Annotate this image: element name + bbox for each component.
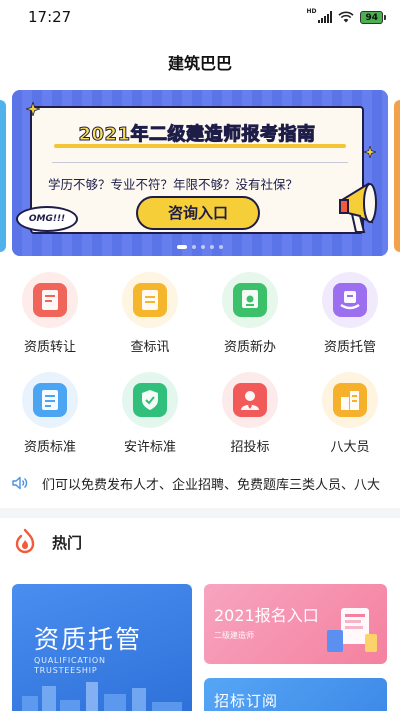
battery-level: 94: [360, 10, 383, 24]
grid-item-label: 资质转让: [23, 340, 76, 355]
grid-item-1[interactable]: 资质转让: [0, 272, 100, 360]
promo-big-en-line1: QUALIFICATION: [34, 656, 106, 665]
grid-item-4[interactable]: 资质托管: [300, 272, 400, 360]
promo-big-en-line2: TRUSTEESHIP: [34, 666, 98, 675]
carousel-indicator: [0, 245, 400, 249]
city-skyline-illustration: [22, 682, 182, 711]
hot-flame-icon: [15, 528, 35, 554]
page-title: 建筑巴巴: [167, 54, 232, 73]
grid-item-5[interactable]: 资质标准: [0, 372, 100, 460]
carousel-dot[interactable]: [177, 245, 187, 249]
checklist-document-icon: [22, 372, 78, 428]
grid-item-label: 资质新办: [223, 340, 276, 355]
hot-title: 热门: [52, 533, 83, 552]
consult-entry-button[interactable]: 咨询入口: [136, 196, 260, 230]
service-grid: 资质转让 查标讯 资质新办 资质托管资质标准 安许标准 招投标 八大员: [0, 272, 400, 460]
grid-item-6[interactable]: 安许标准: [100, 372, 200, 460]
banner-prev-peek[interactable]: [0, 100, 6, 252]
section-divider: [0, 508, 400, 518]
promo-qualification-trusteeship[interactable]: 资质托管 QUALIFICATION TRUSTEESHIP: [12, 584, 192, 711]
grid-item-3[interactable]: 资质新办: [200, 272, 300, 360]
grid-item-label: 八大员: [330, 440, 370, 455]
banner-card: 2021年二级建造师报考指南 学历不够？专业不符？年限不够？没有社保？ 咨询入口: [30, 106, 364, 234]
banner-subline: 学历不够？专业不符？年限不够？没有社保？: [48, 177, 299, 192]
notice-text: 们可以免费发布人才、企业招聘、免费题库三类人员、八大: [42, 477, 381, 493]
promo-registration-entry[interactable]: 2021报名入口 二级建造师: [204, 584, 387, 664]
megaphone-icon: [339, 182, 377, 233]
carousel-dot[interactable]: [201, 245, 205, 249]
status-time: 17:27: [28, 8, 72, 26]
document-red-icon: [22, 272, 78, 328]
grid-item-label: 安许标准: [123, 440, 176, 455]
grid-item-label: 资质标准: [23, 440, 76, 455]
status-icons: HD 94: [306, 7, 386, 24]
stamp-document-icon: [222, 272, 278, 328]
hot-section-header: 热门: [12, 528, 82, 556]
promo-registration-title: 2021报名入口: [214, 606, 319, 625]
carousel-dot[interactable]: [219, 245, 223, 249]
promo-registration-subtitle: 二级建造师: [214, 631, 254, 640]
banner-carousel[interactable]: 2021年二级建造师报考指南 学历不够？专业不符？年限不够？没有社保？ 咨询入口…: [0, 90, 400, 258]
wifi-icon: [338, 11, 355, 23]
carousel-dot[interactable]: [210, 245, 214, 249]
star-icon: [364, 146, 376, 158]
signal-icon: [318, 11, 333, 23]
star-icon: [26, 102, 40, 116]
document-illustration: [327, 608, 377, 652]
battery-icon: 94: [360, 10, 386, 24]
network-type: HD: [306, 7, 317, 15]
grid-item-2[interactable]: 查标讯: [100, 272, 200, 360]
document-orange-icon: [122, 272, 178, 328]
banner-slide[interactable]: 2021年二级建造师报考指南 学历不够？专业不符？年限不够？没有社保？ 咨询入口…: [12, 90, 388, 256]
speaker-icon: [12, 476, 28, 490]
carousel-dot[interactable]: [192, 245, 196, 249]
promo-bid-subscription[interactable]: 招标订阅: [204, 678, 387, 711]
hand-document-icon: [322, 272, 378, 328]
person-icon: [222, 372, 278, 428]
shield-icon: [122, 372, 178, 428]
grid-item-7[interactable]: 招投标: [200, 372, 300, 460]
promo-big-title: 资质托管: [34, 625, 143, 654]
grid-item-label: 资质托管: [323, 340, 376, 355]
banner-next-peek[interactable]: [394, 100, 400, 252]
grid-item-label: 招投标: [230, 440, 270, 455]
status-bar: 17:27 HD 94: [0, 0, 400, 34]
grid-item-label: 查标讯: [130, 340, 170, 355]
banner-headline: 2021年二级建造师报考指南: [78, 124, 316, 146]
omg-bubble: OMG!!!: [16, 206, 78, 232]
buildings-icon: [322, 372, 378, 428]
grid-item-8[interactable]: 八大员: [300, 372, 400, 460]
promo-bid-subscription-title: 招标订阅: [214, 692, 279, 710]
notice-bar[interactable]: 们可以免费发布人才、企业招聘、免费题库三类人员、八大: [0, 470, 400, 496]
